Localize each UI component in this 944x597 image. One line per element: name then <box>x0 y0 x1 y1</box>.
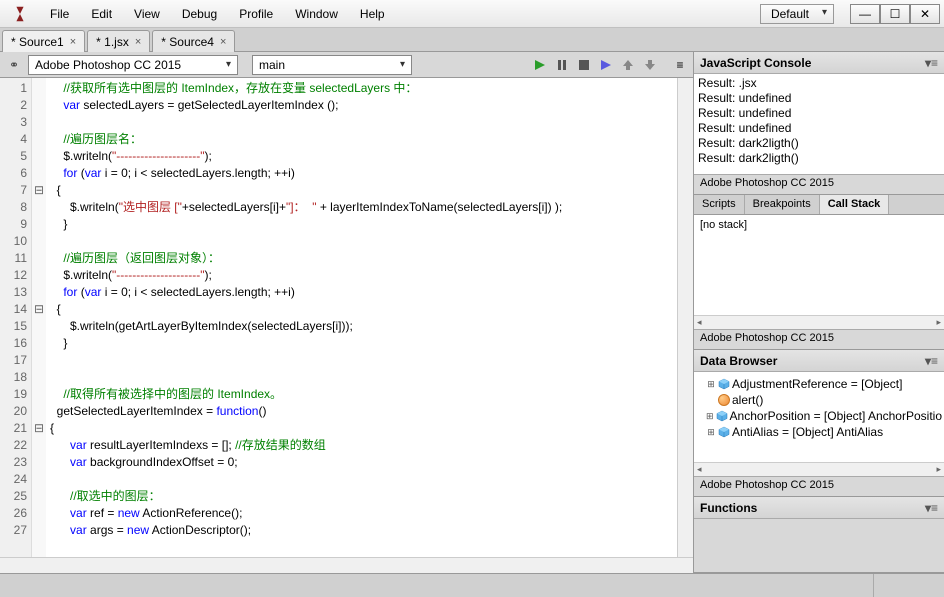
fold-column[interactable]: ⊟ ⊟ ⊟ <box>32 78 46 557</box>
function-icon <box>718 394 730 406</box>
code-editor[interactable]: 1234567891011121314151617181920212223242… <box>0 78 693 557</box>
console-output[interactable]: Result: .jsxResult: undefinedResult: und… <box>694 74 944 174</box>
console-header: JavaScript Console▾≡ <box>694 52 944 74</box>
step-out-button[interactable] <box>641 57 659 73</box>
close-tab-icon[interactable]: × <box>135 36 141 48</box>
tree-item[interactable]: alert() <box>696 392 942 408</box>
panel-menu-icon[interactable]: ▾≡ <box>925 501 938 515</box>
tree-item[interactable]: ⊞ AntiAlias = [Object] AntiAlias <box>696 424 942 440</box>
target-app-dropdown[interactable]: Adobe Photoshop CC 2015 <box>28 55 238 75</box>
pause-button[interactable] <box>553 57 571 73</box>
callstack-footer: Adobe Photoshop CC 2015 <box>694 329 944 349</box>
minimize-button[interactable]: — <box>850 4 880 24</box>
stop-button[interactable] <box>575 57 593 73</box>
menu-file[interactable]: File <box>40 3 79 25</box>
console-footer: Adobe Photoshop CC 2015 <box>694 174 944 194</box>
close-button[interactable]: ✕ <box>910 4 940 24</box>
document-tab[interactable]: * Source4× <box>152 30 235 52</box>
statusbar <box>0 573 944 597</box>
menu-help[interactable]: Help <box>350 3 395 25</box>
menu-view[interactable]: View <box>124 3 170 25</box>
debug-toolbar: ⚭ Adobe Photoshop CC 2015 main ≡ <box>0 52 693 78</box>
tree-item[interactable]: ⊞ AnchorPosition = [Object] AnchorPositi… <box>696 408 942 424</box>
toolbar-menu-icon[interactable]: ≡ <box>671 57 689 73</box>
functions-header: Functions▾≡ <box>694 497 944 519</box>
databrowser-header: Data Browser▾≡ <box>694 350 944 372</box>
databrowser-footer: Adobe Photoshop CC 2015 <box>694 476 944 496</box>
run-button[interactable] <box>531 57 549 73</box>
menu-edit[interactable]: Edit <box>81 3 122 25</box>
object-icon <box>718 378 730 390</box>
menu-window[interactable]: Window <box>285 3 348 25</box>
callstack-body[interactable]: [no stack] <box>694 215 944 315</box>
browser-scrollbar[interactable] <box>694 462 944 476</box>
close-tab-icon[interactable]: × <box>220 36 226 48</box>
code-area[interactable]: //获取所有选中图层的 ItemIndex，存放在变量 selectedLaye… <box>46 78 677 557</box>
close-tab-icon[interactable]: × <box>70 36 76 48</box>
app-logo <box>10 4 30 24</box>
databrowser-body[interactable]: ⊞ AdjustmentReference = [Object] alert()… <box>694 372 944 462</box>
document-tabs: * Source1×* 1.jsx×* Source4× <box>0 28 944 52</box>
tree-item[interactable]: ⊞ AdjustmentReference = [Object] <box>696 376 942 392</box>
horizontal-scrollbar[interactable] <box>0 557 693 573</box>
panel-menu-icon[interactable]: ▾≡ <box>925 56 938 70</box>
main-menu: FileEditViewDebugProfileWindowHelp <box>40 3 395 25</box>
document-tab[interactable]: * 1.jsx× <box>87 30 150 52</box>
panel-menu-icon[interactable]: ▾≡ <box>925 354 938 368</box>
subtab-breakpoints[interactable]: Breakpoints <box>745 195 820 214</box>
link-icon[interactable]: ⚭ <box>4 56 24 74</box>
maximize-button[interactable]: ☐ <box>880 4 910 24</box>
menu-profile[interactable]: Profile <box>229 3 283 25</box>
vertical-scrollbar[interactable] <box>677 78 693 557</box>
document-tab[interactable]: * Source1× <box>2 30 85 52</box>
debug-subtabs: ScriptsBreakpointsCall Stack <box>694 195 944 215</box>
workspace-dropdown[interactable]: Default <box>760 4 834 24</box>
step-into-button[interactable] <box>597 57 615 73</box>
subtab-call-stack[interactable]: Call Stack <box>820 195 890 214</box>
object-icon <box>716 410 728 422</box>
callstack-scrollbar[interactable] <box>694 315 944 329</box>
menu-debug[interactable]: Debug <box>172 3 227 25</box>
line-numbers: 1234567891011121314151617181920212223242… <box>0 78 32 557</box>
subtab-scripts[interactable]: Scripts <box>694 195 745 214</box>
function-dropdown[interactable]: main <box>252 55 412 75</box>
titlebar: FileEditViewDebugProfileWindowHelp Defau… <box>0 0 944 28</box>
step-over-button[interactable] <box>619 57 637 73</box>
object-icon <box>718 426 730 438</box>
